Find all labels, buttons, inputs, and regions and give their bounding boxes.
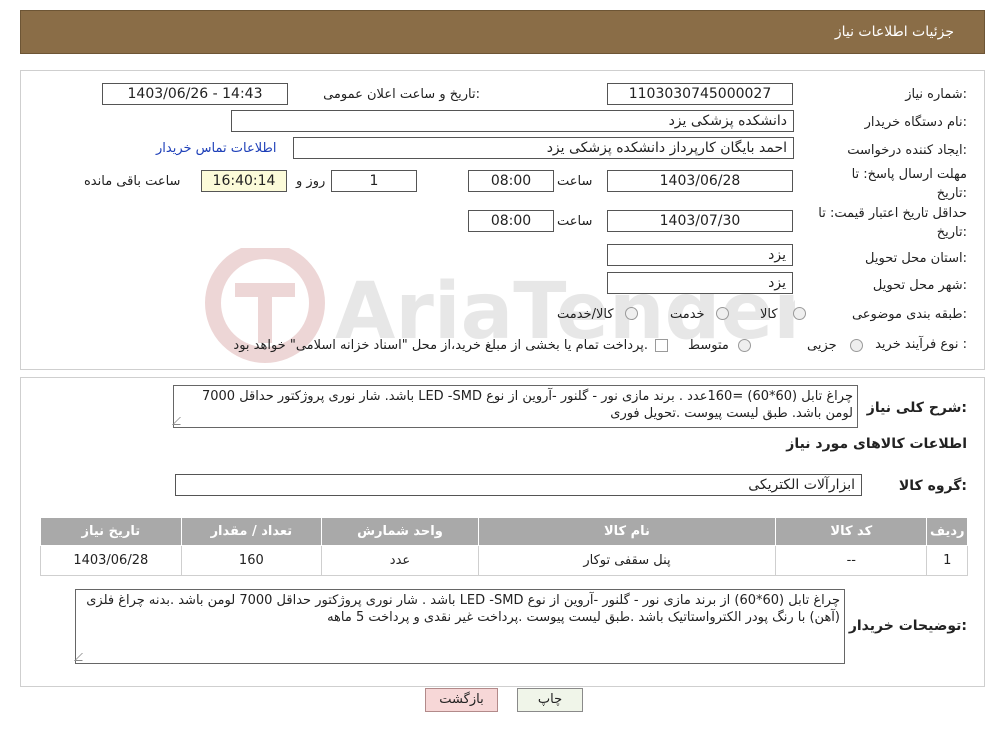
process-minor-radio[interactable] [850, 339, 863, 352]
category-goods-service-label: کالا/خدمت [557, 307, 614, 322]
announce-datetime-label: تاریخ و ساعت اعلان عمومی: [323, 87, 480, 102]
requester-label: ایجاد کننده درخواست: [847, 143, 967, 158]
deadline-time-label: ساعت [557, 174, 593, 189]
deadline-date-field: 1403/06/28 [607, 170, 793, 192]
goods-group-label: گروه کالا: [898, 478, 967, 494]
cell-unit: عدد [321, 545, 479, 576]
page-header: جزئیات اطلاعات نیاز [20, 10, 985, 54]
delivery-city-field: یزد [607, 272, 793, 294]
cell-row-number: 1 [926, 545, 968, 576]
buyer-org-field: دانشکده پزشکی یزد [231, 110, 794, 132]
category-label: طبقه بندی موضوعی: [851, 307, 967, 322]
deadline-label: مهلت ارسال پاسخ: تا [851, 167, 967, 182]
delivery-province-field: یزد [607, 244, 793, 266]
col-unit: واحد شمارش [321, 517, 479, 546]
announce-datetime-field: 1403/06/26 - 14:43 [102, 83, 288, 105]
need-number-label: شماره نیاز: [905, 87, 967, 102]
watermark-logo: AriaTender.neT [195, 243, 985, 378]
goods-group-field: ابزارآلات الکتریکی [175, 474, 862, 496]
category-goods-radio[interactable] [793, 307, 806, 320]
category-goods-service-radio[interactable] [625, 307, 638, 320]
delivery-province-label: استان محل تحویل: [865, 251, 967, 266]
process-medium-label: متوسط [688, 338, 729, 353]
price-validity-time-field: 08:00 [468, 210, 554, 232]
back-button[interactable]: بازگشت [425, 688, 498, 712]
days-remaining-field: 1 [331, 170, 417, 192]
category-goods-label: کالا [760, 307, 778, 322]
cell-goods-name: پنل سقفی توکار [477, 545, 777, 576]
need-summary-text: چراغ تابل (60*60) =160عدد . برند مازی نو… [201, 389, 853, 421]
print-button[interactable]: چاپ [517, 688, 583, 712]
need-summary-textarea[interactable]: چراغ تابل (60*60) =160عدد . برند مازی نو… [172, 385, 858, 428]
col-row-number: ردیف [926, 517, 968, 546]
col-need-date: تاریخ نیاز [40, 517, 182, 546]
need-number-field: 1103030745000027 [607, 83, 793, 105]
remaining-time-label: ساعت باقی مانده [84, 174, 181, 189]
col-quantity: تعداد / مقدار [180, 517, 323, 546]
price-validity-date-field: 1403/07/30 [607, 210, 793, 232]
goods-table-wrapper: ردیف کد کالا نام کالا واحد شمارش تعداد /… [40, 517, 968, 576]
treasury-payment-note: پرداخت تمام یا بخشی از مبلغ خرید،از محل … [233, 338, 648, 353]
category-service-radio[interactable] [716, 307, 729, 320]
buyer-notes-label: توضیحات خریدار: [848, 618, 967, 634]
remaining-time-field: 16:40:14 [201, 170, 287, 192]
buyer-notes-textarea[interactable]: چراغ تابل (60*60) از برند مازی نور - گلن… [74, 589, 845, 664]
requester-field: احمد بایگان کارپرداز دانشکده پزشکی یزد [293, 137, 794, 159]
col-goods-name: نام کالا [477, 517, 777, 546]
table-row: 1 -- پنل سقفی توکار عدد 160 1403/06/28 [40, 545, 968, 576]
buyer-contact-link[interactable]: اطلاعات تماس خریدار [156, 141, 276, 156]
days-label: روز و [296, 174, 326, 189]
process-minor-label: جزیی [807, 338, 837, 353]
page-title: جزئیات اطلاعات نیاز [834, 24, 954, 40]
cell-goods-code: -- [775, 545, 928, 576]
goods-table: ردیف کد کالا نام کالا واحد شمارش تعداد /… [40, 517, 968, 576]
treasury-checkbox[interactable] [655, 339, 668, 352]
purchase-process-label: نوع فرآیند خرید : [875, 337, 967, 352]
price-validity-time-label: ساعت [557, 214, 593, 229]
resize-grip-icon[interactable] [172, 417, 188, 425]
cell-quantity: 160 [180, 545, 323, 576]
deadline-label-date: تاریخ: [936, 186, 967, 201]
buyer-notes-text: چراغ تابل (60*60) از برند مازی نور - گلن… [86, 593, 840, 625]
category-service-label: خدمت [670, 307, 705, 322]
goods-info-title: اطلاعات کالاهای مورد نیاز [786, 436, 967, 452]
price-validity-label: حداقل تاریخ اعتبار قیمت: تا [818, 206, 967, 221]
process-medium-radio[interactable] [738, 339, 751, 352]
table-header-row: ردیف کد کالا نام کالا واحد شمارش تعداد /… [40, 517, 968, 546]
buyer-org-label: نام دستگاه خریدار: [864, 115, 967, 130]
col-goods-code: کد کالا [775, 517, 928, 546]
deadline-time-field: 08:00 [468, 170, 554, 192]
cell-need-date: 1403/06/28 [40, 545, 182, 576]
resize-grip-icon[interactable] [74, 653, 90, 661]
delivery-city-label: شهر محل تحویل: [872, 278, 967, 293]
need-summary-label: شرح کلی نیاز: [866, 400, 967, 416]
price-validity-label-date: تاریخ: [936, 225, 967, 240]
